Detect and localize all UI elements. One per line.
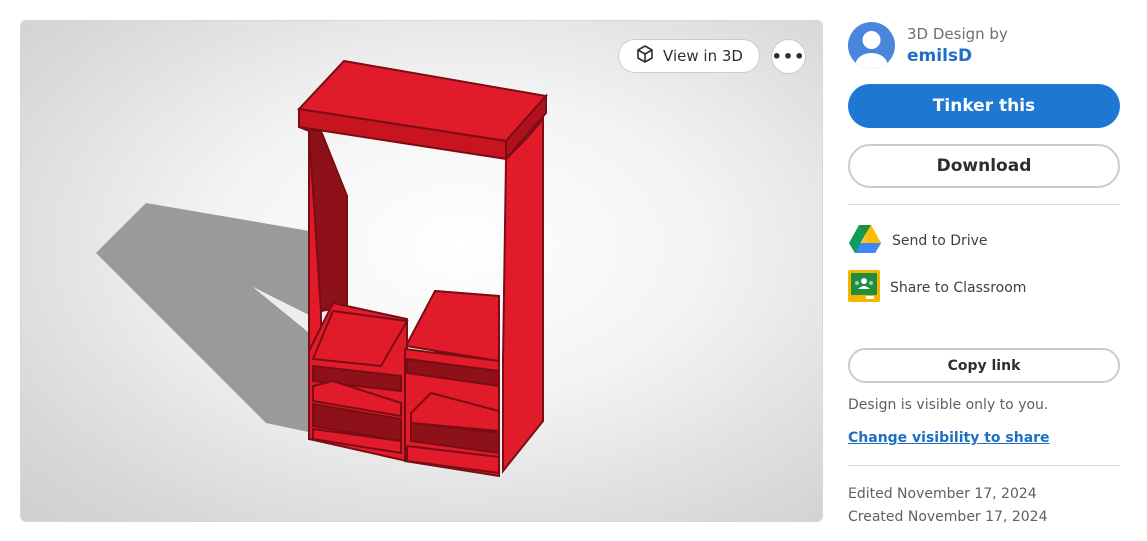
author-block: 3D Design by emilsD	[848, 22, 1008, 69]
author-username[interactable]: emilsD	[907, 46, 1008, 66]
visibility-status: Design is visible only to you.	[848, 397, 1049, 413]
model-preview	[96, 59, 548, 478]
tinker-this-button[interactable]: Tinker this	[848, 84, 1120, 128]
divider	[848, 465, 1120, 466]
design-dates: Edited November 17, 2024 Created Novembe…	[848, 483, 1047, 529]
share-to-classroom-button[interactable]: Share to Classroom	[848, 270, 1026, 306]
send-to-drive-label: Send to Drive	[892, 233, 988, 249]
author-byline: 3D Design by	[907, 25, 1008, 43]
google-drive-icon	[848, 224, 882, 258]
change-visibility-link[interactable]: Change visibility to share	[848, 430, 1050, 446]
cube-icon	[635, 44, 655, 68]
more-options-icon: •••	[771, 47, 806, 66]
view-in-3d-label: View in 3D	[663, 47, 743, 65]
shelf-model	[296, 59, 548, 478]
divider	[848, 204, 1120, 205]
copy-link-button[interactable]: Copy link	[848, 348, 1120, 383]
google-classroom-icon	[848, 270, 880, 306]
user-avatar-icon	[855, 31, 888, 69]
more-options-button[interactable]: •••	[771, 39, 806, 74]
edited-date: Edited November 17, 2024	[848, 486, 1037, 502]
created-date: Created November 17, 2024	[848, 509, 1048, 525]
download-button[interactable]: Download	[848, 144, 1120, 188]
avatar[interactable]	[848, 22, 895, 69]
design-viewer[interactable]: View in 3D •••	[20, 20, 823, 522]
share-to-classroom-label: Share to Classroom	[890, 280, 1027, 296]
send-to-drive-button[interactable]: Send to Drive	[848, 224, 988, 258]
view-in-3d-button[interactable]: View in 3D	[618, 39, 760, 73]
